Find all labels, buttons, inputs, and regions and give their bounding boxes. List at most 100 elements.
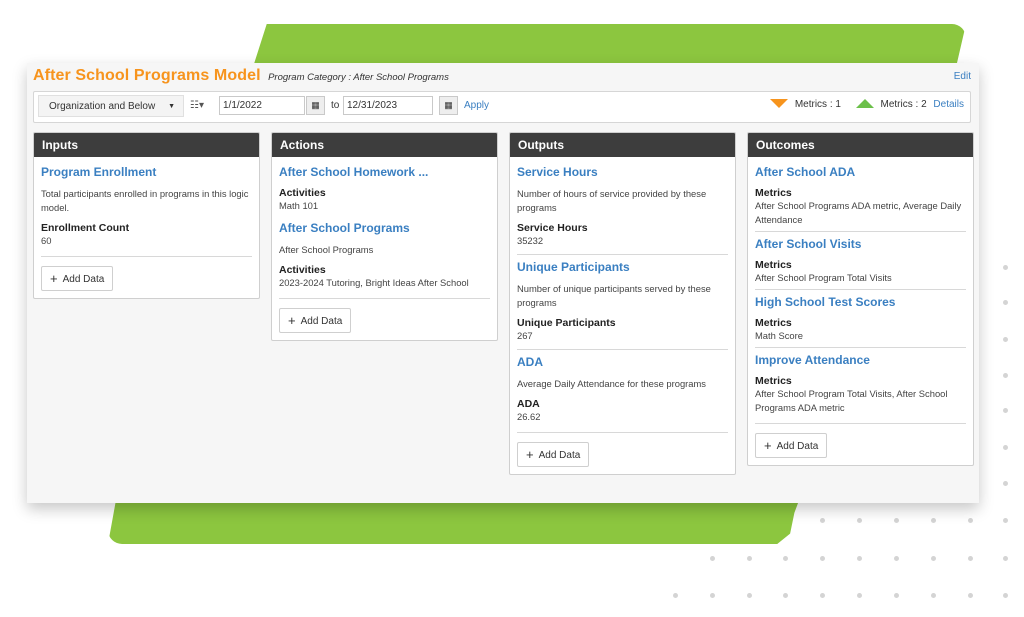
- item-field-value: 35232: [517, 235, 544, 246]
- divider: [755, 423, 966, 424]
- decorative-dot: [1003, 518, 1008, 523]
- decorative-dot: [820, 518, 825, 523]
- item-field-label: Metrics: [755, 317, 792, 329]
- decorative-dot: [894, 556, 899, 561]
- plus-icon: +: [764, 438, 772, 453]
- inputs-column-header: Inputs: [34, 133, 259, 157]
- decorative-dot: [820, 593, 825, 598]
- organization-select-value: Organization and Below: [49, 101, 156, 112]
- divider: [517, 432, 728, 433]
- decorative-dot: [820, 556, 825, 561]
- item-field-label: Activities: [279, 187, 326, 199]
- calendar-icon[interactable]: ▦: [306, 96, 325, 115]
- item-title-link[interactable]: After School ADA: [755, 165, 966, 179]
- decorative-dot: [894, 593, 899, 598]
- metrics-up-count: Metrics : 2: [880, 99, 927, 110]
- divider: [755, 231, 966, 232]
- add-data-button[interactable]: + Add Data: [755, 433, 828, 458]
- hierarchy-icon[interactable]: ☷▾: [190, 100, 204, 111]
- item-title-link[interactable]: Unique Participants: [517, 260, 728, 274]
- add-data-button[interactable]: + Add Data: [279, 308, 352, 333]
- item-title-link[interactable]: ADA: [517, 355, 728, 369]
- decorative-dot: [1003, 593, 1008, 598]
- item-title-link[interactable]: Program Enrollment: [41, 165, 252, 179]
- decorative-dot: [673, 593, 678, 598]
- item-field-value: 267: [517, 330, 533, 341]
- decorative-dot: [783, 593, 788, 598]
- start-date-input[interactable]: [219, 96, 305, 115]
- add-data-label: Add Data: [776, 441, 819, 452]
- inputs-column: Inputs Program Enrollment Total particip…: [33, 132, 260, 299]
- item-title-link[interactable]: After School Visits: [755, 237, 966, 251]
- plus-icon: +: [288, 313, 296, 328]
- divider: [517, 349, 728, 350]
- actions-column-header: Actions: [272, 133, 497, 157]
- item-field-value: Math Score: [755, 330, 803, 341]
- decorative-dot: [931, 593, 936, 598]
- divider: [517, 254, 728, 255]
- item-description: Average Daily Attendance for these progr…: [517, 378, 706, 389]
- item-description: Number of unique participants served by …: [517, 283, 711, 308]
- item-field-label: Unique Participants: [517, 317, 616, 329]
- calendar-icon[interactable]: ▦: [439, 96, 458, 115]
- add-data-button[interactable]: + Add Data: [517, 442, 590, 467]
- item-field-value: 26.62: [517, 411, 541, 422]
- divider: [755, 347, 966, 348]
- item-field-value: 60: [41, 235, 52, 246]
- item-title-link[interactable]: After School Programs: [279, 221, 490, 235]
- item-description: After School Programs: [279, 244, 374, 255]
- item-field-label: Metrics: [755, 259, 792, 271]
- decorative-dot: [1003, 300, 1008, 305]
- metrics-up-icon: [855, 99, 874, 108]
- item-field-label: Enrollment Count: [41, 222, 130, 234]
- to-label: to: [331, 100, 340, 111]
- item-field-label: Service Hours: [517, 222, 588, 234]
- add-data-label: Add Data: [538, 450, 581, 461]
- apply-link[interactable]: Apply: [464, 100, 489, 111]
- item-field-label: ADA: [517, 398, 540, 410]
- organization-select[interactable]: Organization and Below ▼: [38, 95, 184, 117]
- decorative-dot: [894, 518, 899, 523]
- actions-column: Actions After School Homework ... Activi…: [271, 132, 498, 341]
- decorative-dot: [1003, 265, 1008, 270]
- decorative-dot: [968, 518, 973, 523]
- outputs-column: Outputs Service Hours Number of hours of…: [509, 132, 736, 475]
- metrics-down-icon: [770, 99, 789, 108]
- caret-down-icon: ▼: [168, 103, 175, 110]
- decorative-dot: [710, 593, 715, 598]
- item-title-link[interactable]: After School Homework ...: [279, 165, 490, 179]
- decorative-dot: [931, 556, 936, 561]
- item-title-link[interactable]: Improve Attendance: [755, 353, 966, 367]
- decorative-dot: [747, 593, 752, 598]
- item-field-value: After School Program Total Visits, After…: [755, 388, 948, 413]
- decorative-dot: [857, 593, 862, 598]
- decorative-dot: [1003, 373, 1008, 378]
- item-title-link[interactable]: Service Hours: [517, 165, 728, 179]
- item-field-label: Metrics: [755, 187, 792, 199]
- decorative-dot: [1003, 556, 1008, 561]
- decorative-dot: [931, 518, 936, 523]
- item-field-value: After School Program Total Visits: [755, 272, 892, 283]
- decorative-dot: [857, 518, 862, 523]
- decorative-dot: [968, 593, 973, 598]
- outcomes-column: Outcomes After School ADA Metrics After …: [747, 132, 974, 466]
- details-link[interactable]: Details: [933, 99, 964, 110]
- divider: [755, 289, 966, 290]
- page-title: After School Programs Model: [33, 67, 261, 84]
- outputs-column-header: Outputs: [510, 133, 735, 157]
- end-date-input[interactable]: [343, 96, 433, 115]
- item-field-value: After School Programs ADA metric, Averag…: [755, 200, 962, 225]
- decorative-dot: [857, 556, 862, 561]
- decorative-dot: [1003, 408, 1008, 413]
- item-description: Number of hours of service provided by t…: [517, 188, 707, 213]
- metrics-down-count: Metrics : 1: [794, 99, 841, 110]
- decorative-dot: [968, 556, 973, 561]
- edit-link[interactable]: Edit: [954, 71, 971, 82]
- divider: [41, 256, 252, 257]
- add-data-button[interactable]: + Add Data: [41, 266, 114, 291]
- outcomes-column-header: Outcomes: [748, 133, 973, 157]
- item-description: Total participants enrolled in programs …: [41, 188, 249, 213]
- decorative-dot: [1003, 481, 1008, 486]
- decorative-dot: [710, 556, 715, 561]
- item-title-link[interactable]: High School Test Scores: [755, 295, 966, 309]
